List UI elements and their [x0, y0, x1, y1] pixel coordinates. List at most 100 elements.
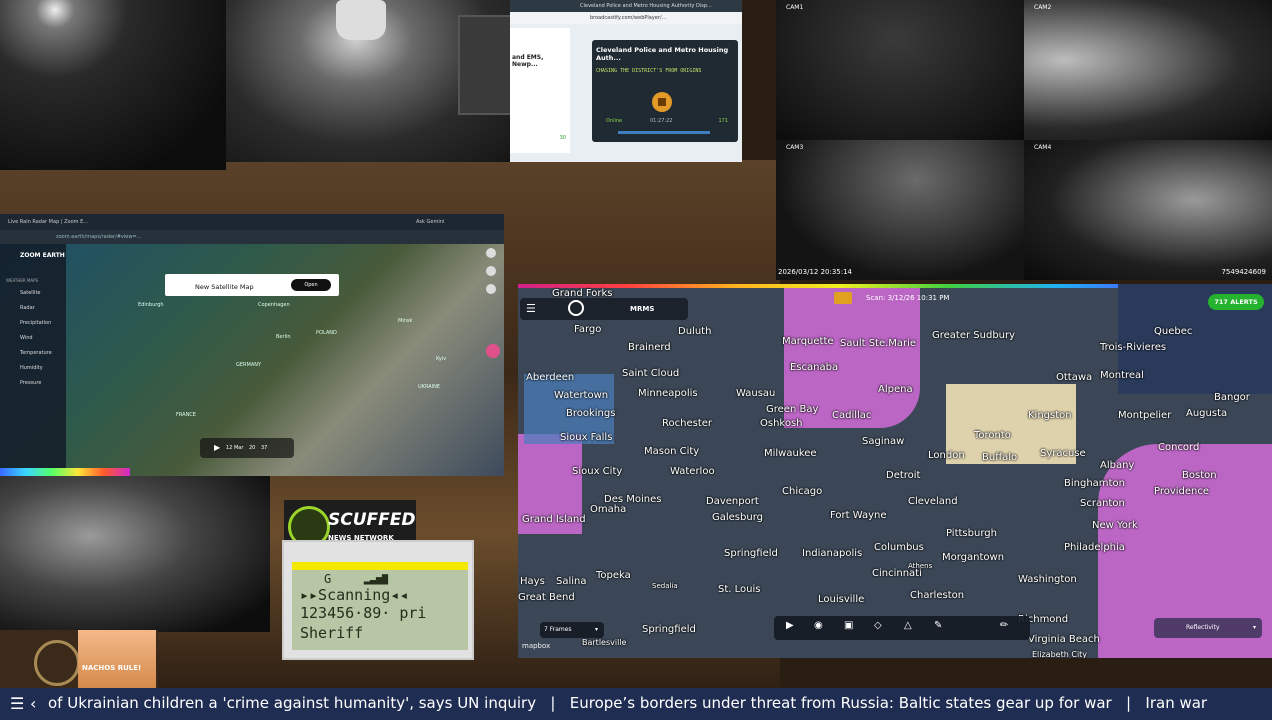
- nachos-overlay: NACHOS RULE!: [0, 630, 158, 688]
- ticker-item: of Ukrainian children a 'crime against h…: [48, 694, 537, 712]
- play-icon[interactable]: ▶: [214, 438, 220, 458]
- cam1-label: CAM1: [786, 4, 804, 11]
- chevron-left-icon[interactable]: ‹: [30, 694, 36, 713]
- hazard-badge[interactable]: [834, 292, 852, 304]
- cam-device-id: 7549424609: [1221, 268, 1266, 276]
- city-label: Ottawa: [1056, 372, 1093, 383]
- sidebar-item-satellite[interactable]: Satellite: [20, 290, 40, 296]
- url-bar[interactable]: broadcastify.com/webPlayer/...: [510, 12, 742, 24]
- city-label: Scranton: [1080, 498, 1125, 509]
- security-camera-grid: CAM1 CAM2 CAM3 2026/03/12 20:35:14 CAM4 …: [776, 0, 1272, 280]
- hamburger-icon[interactable]: ☰: [526, 302, 536, 315]
- timeline-date: 12 Mar: [226, 445, 244, 451]
- polygon-icon[interactable]: △: [904, 620, 912, 631]
- broadcastify-window[interactable]: Cleveland Police and Metro Housing Autho…: [510, 0, 742, 162]
- monitor-shape: [458, 15, 514, 115]
- cartoon-image: [78, 630, 156, 688]
- sidebar-item-humidity[interactable]: Humidity: [20, 365, 43, 371]
- city-label: Saginaw: [862, 436, 905, 447]
- tab-gemini[interactable]: Ask Gemini: [416, 214, 444, 230]
- city-label: Sault Ste.Marie: [840, 338, 917, 349]
- police-scanner: G ▂▃▅▇ ▸▸Scanning◂◂ 123456·89· pri Sheri…: [282, 540, 474, 660]
- player-marquee: CHASING THE DISTRICT'S FROM ORIGINS: [596, 68, 702, 74]
- menu-icon[interactable]: ☰: [10, 694, 24, 713]
- ticker-item: Europe’s borders under threat from Russi…: [569, 694, 1112, 712]
- lcd-line3: 123456·89· pri: [300, 604, 427, 622]
- tab-zoom-earth[interactable]: Live Rain Radar Map | Zoom E...: [8, 219, 88, 225]
- audio-player[interactable]: Cleveland Police and Metro Housing Auth.…: [592, 40, 738, 142]
- city-label: Philadelphia: [1064, 542, 1125, 553]
- feed-card-left-title: and EMS, Newp...: [512, 54, 544, 68]
- city-label: Chicago: [782, 486, 823, 497]
- timeline-minute[interactable]: 37: [261, 445, 267, 451]
- city-label: Wausau: [736, 388, 776, 399]
- shape-icon[interactable]: ◇: [874, 620, 882, 631]
- weather-sidebar: ZOOM EARTH WEATHER MAPS Satellite Radar …: [0, 244, 66, 476]
- city-label: St. Louis: [718, 584, 761, 595]
- url-bar[interactable]: zoom.earth/maps/radar/#view=...: [0, 230, 504, 244]
- info-icon[interactable]: [486, 284, 496, 294]
- city-label: Oshkosh: [760, 418, 803, 429]
- sidebar-item-pressure[interactable]: Pressure: [20, 380, 41, 386]
- city-label: Quebec: [1154, 326, 1193, 337]
- alerts-button[interactable]: 717 ALERTS: [1208, 294, 1264, 310]
- us-radar-map[interactable]: ☰ MRMS Scan: 3/12/26 10:31 PM 717 ALERTS…: [518, 284, 1272, 658]
- frames-select[interactable]: 7 Frames ▾: [540, 622, 604, 638]
- city-label: Great Bend: [518, 592, 575, 603]
- product-select[interactable]: Reflectivity ▾: [1154, 618, 1262, 638]
- map-label: Edinburgh: [138, 302, 164, 308]
- power-icon[interactable]: [568, 300, 584, 316]
- browser-tab-bar[interactable]: Live Rain Radar Map | Zoom E... Ask Gemi…: [0, 214, 504, 230]
- signal-icon: ▂▃▅▇: [363, 574, 388, 585]
- banner-open-button[interactable]: Open: [291, 279, 331, 291]
- player-title: Cleveland Police and Metro Housing Auth.…: [596, 46, 729, 62]
- location-icon[interactable]: [486, 344, 500, 358]
- map-controls[interactable]: [486, 248, 500, 368]
- map-label: Berlin: [276, 334, 291, 340]
- settings-icon[interactable]: [486, 266, 496, 276]
- city-label: Concord: [1158, 442, 1200, 453]
- city-label: Sioux Falls: [560, 432, 613, 443]
- radar-toolbar[interactable]: ☰ MRMS: [520, 298, 688, 320]
- city-label: Bangor: [1214, 392, 1250, 403]
- search-icon[interactable]: [486, 248, 496, 258]
- play-icon[interactable]: ▶: [786, 620, 794, 631]
- player-listeners: 171: [718, 118, 728, 124]
- map-label: Minsk: [398, 318, 413, 324]
- zoom-earth-window[interactable]: Live Rain Radar Map | Zoom E... Ask Gemi…: [0, 214, 504, 476]
- cam3-label: CAM3: [786, 144, 804, 151]
- timeline-hour[interactable]: 20: [249, 445, 255, 451]
- sidebar-item-precipitation[interactable]: Precipitation: [20, 320, 51, 326]
- city-label: Montpelier: [1118, 410, 1172, 421]
- city-label: Springfield: [724, 548, 778, 559]
- ruler-icon[interactable]: ✎: [934, 620, 942, 631]
- sidebar-item-temperature[interactable]: Temperature: [20, 350, 52, 356]
- map-label: Copenhagen: [258, 302, 290, 308]
- stop-button[interactable]: [652, 92, 672, 112]
- city-label: Louisville: [818, 594, 865, 605]
- layer-select[interactable]: MRMS: [630, 305, 654, 313]
- location-pin-icon[interactable]: ◉: [814, 620, 823, 631]
- player-elapsed: 01:27:22: [650, 118, 673, 124]
- city-label: Mason City: [644, 446, 700, 457]
- city-label: Watertown: [554, 390, 609, 401]
- europe-radar-map[interactable]: ZOOM EARTH WEATHER MAPS Satellite Radar …: [0, 244, 504, 476]
- feed-card-left[interactable]: and EMS, Newp... 30: [510, 28, 570, 153]
- lcd-line1: G: [324, 572, 332, 586]
- city-label: Columbus: [874, 542, 924, 553]
- feed-card-left-listeners: 30: [559, 135, 566, 141]
- city-label: Trois-Rivieres: [1100, 342, 1167, 353]
- screenshot-icon[interactable]: ▣: [844, 620, 853, 631]
- browser-tab[interactable]: Cleveland Police and Metro Housing Autho…: [510, 0, 742, 12]
- volume-slider[interactable]: [618, 131, 710, 134]
- new-satellite-banner[interactable]: New Satellite Map Open: [165, 274, 339, 296]
- scanner-yellow-bar: [292, 562, 468, 570]
- map-tools[interactable]: ▶ ◉ ▣ ◇ △ ✎ ✏: [774, 616, 1030, 640]
- draw-icon[interactable]: ✏: [1000, 620, 1008, 631]
- timeline-player[interactable]: ▶ 12 Mar 20 37: [200, 438, 294, 458]
- sidebar-item-radar[interactable]: Radar: [20, 305, 35, 311]
- cam4-feed: CAM4 7549424609: [1024, 140, 1272, 280]
- sidebar-item-wind[interactable]: Wind: [20, 335, 33, 341]
- lcd-line2: ▸▸Scanning◂◂: [300, 586, 409, 604]
- city-label: Grand Forks: [552, 288, 613, 299]
